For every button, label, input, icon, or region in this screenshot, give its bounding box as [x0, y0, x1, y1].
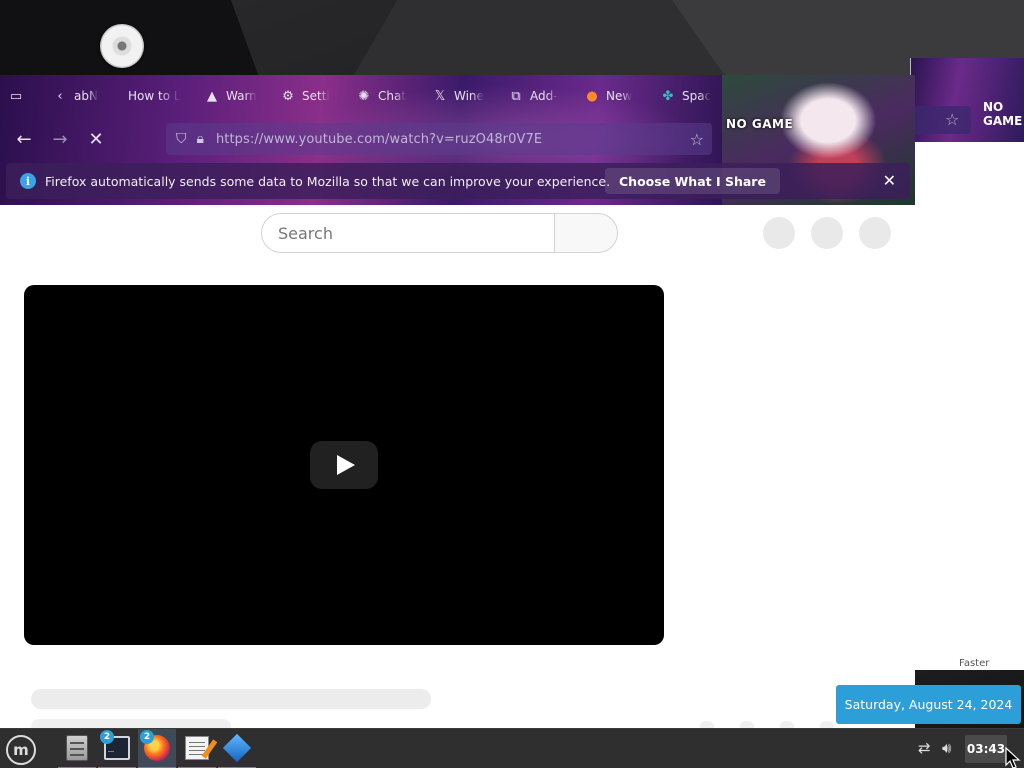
tab-list-icon: ▭ [9, 88, 23, 104]
start-menu-button[interactable]: m [4, 733, 38, 767]
taskbar-app-files[interactable] [58, 729, 96, 768]
firefox-window: ▭ ‹ abN How to L ▲ Warn ⚙ Setti ✺ Chat 𝕏… [0, 75, 915, 728]
choose-what-i-share-button[interactable]: Choose What I Share [605, 168, 780, 194]
spaces-icon: ✤ [662, 88, 674, 104]
taskbar: m 2 _ 2 ⇄ 🔊︎ 03:43 [0, 728, 1024, 768]
taskbar-app-firefox[interactable]: 2 [138, 729, 176, 768]
navigation-bar: ← → ✕ ⛉ 🔒︎ https://www.youtube.com/watch… [0, 119, 915, 159]
tab[interactable]: 𝕏 Wine [432, 81, 484, 111]
avatar-placeholder[interactable] [859, 217, 891, 249]
browser-chrome: ▭ ‹ abN How to L ▲ Warn ⚙ Setti ✺ Chat 𝕏… [0, 75, 915, 205]
tab-label: Spac [682, 89, 712, 103]
tab-label: How to L [128, 89, 181, 103]
header-icon-placeholder[interactable] [811, 217, 843, 249]
chevron-left-icon: ‹ [57, 88, 63, 104]
action-placeholder [740, 721, 754, 728]
linux-mint-icon: m [6, 735, 36, 765]
background-url-bar[interactable] [911, 106, 971, 134]
back-button[interactable]: ← [12, 127, 36, 151]
action-placeholder [780, 721, 794, 728]
action-placeholder [700, 721, 714, 728]
url-text[interactable]: https://www.youtube.com/watch?v=ruzO48r0… [216, 132, 542, 147]
x-logo-icon: 𝕏 [434, 88, 446, 104]
gear-icon: ⚙ [282, 88, 294, 104]
search-input[interactable] [278, 223, 538, 243]
info-icon: i [20, 173, 36, 189]
tab[interactable]: ✺ Chat [356, 81, 407, 111]
header-icon-placeholder[interactable] [763, 217, 795, 249]
firefox-icon: ● [586, 88, 598, 104]
taskbar-app-text-editor[interactable] [178, 729, 216, 768]
tab-list-button[interactable]: ▭ [8, 81, 30, 111]
tab-label: Add- [530, 89, 558, 103]
channel-placeholder [31, 719, 231, 728]
tab[interactable]: ⧉ Add- [508, 81, 558, 111]
taskbar-app-terminal[interactable]: 2 _ [98, 729, 136, 768]
tab[interactable]: ▲ Warn [204, 81, 257, 111]
network-disconnected-icon[interactable]: ⇄ [918, 739, 931, 757]
play-icon [337, 455, 355, 475]
background-window-header: ☆ NO GAME [911, 58, 1024, 142]
action-placeholder [820, 721, 834, 728]
tab-label: Wine [454, 89, 484, 103]
tab-scroll-left[interactable]: ‹ [52, 81, 74, 111]
chatgpt-icon: ✺ [358, 88, 370, 104]
diamond-app-icon [222, 733, 252, 763]
tab-label: Chat [378, 89, 407, 103]
theme-logo: NO GAME [983, 100, 1023, 128]
youtube-page [0, 205, 915, 728]
tab[interactable]: ● New [584, 81, 632, 111]
volume-icon[interactable]: 🔊︎ [942, 739, 951, 757]
tab-label: Warn [226, 89, 257, 103]
url-bar[interactable]: ⛉ 🔒︎ https://www.youtube.com/watch?v=ruz… [166, 123, 712, 155]
tab[interactable]: abN [74, 81, 98, 111]
file-manager-icon [66, 735, 88, 761]
tab-label: New [606, 89, 633, 103]
tab[interactable]: ⚙ Setti [280, 81, 330, 111]
title-placeholder [31, 689, 431, 709]
text-editor-icon [185, 736, 209, 760]
partial-text: Faster [959, 658, 990, 669]
window-count-badge: 2 [100, 730, 114, 744]
taskbar-app-diamond[interactable] [218, 729, 256, 768]
notification-bar: i Firefox automatically sends some data … [6, 163, 910, 199]
bookmark-star-icon[interactable]: ☆ [690, 130, 704, 149]
stop-button[interactable]: ✕ [84, 127, 108, 151]
star-icon[interactable]: ☆ [945, 110, 959, 129]
clock[interactable]: 03:43 [965, 735, 1007, 763]
tab[interactable]: ✤ Spac [660, 81, 712, 111]
close-icon[interactable]: ✕ [883, 171, 896, 190]
tab[interactable]: How to L [128, 81, 181, 111]
search-box[interactable] [261, 213, 555, 253]
puzzle-icon: ⧉ [511, 88, 521, 104]
play-button[interactable] [310, 441, 378, 489]
tab-label: abN [74, 89, 98, 103]
forward-button[interactable]: → [48, 127, 72, 151]
tab-label: Setti [302, 89, 330, 103]
background-browser-window[interactable]: ☆ NO GAME Faster [910, 58, 1024, 670]
shield-icon[interactable]: ⛉ [176, 131, 187, 147]
notification-message: Firefox automatically sends some data to… [45, 173, 611, 189]
warning-icon: ▲ [207, 88, 217, 104]
video-player[interactable] [24, 285, 664, 645]
window-count-badge: 2 [140, 730, 154, 744]
cd-drive-icon[interactable] [100, 24, 144, 68]
lock-icon[interactable]: 🔒︎ [197, 131, 204, 147]
search-button[interactable] [554, 213, 618, 253]
date-tooltip: Saturday, August 24, 2024 [836, 685, 1021, 724]
